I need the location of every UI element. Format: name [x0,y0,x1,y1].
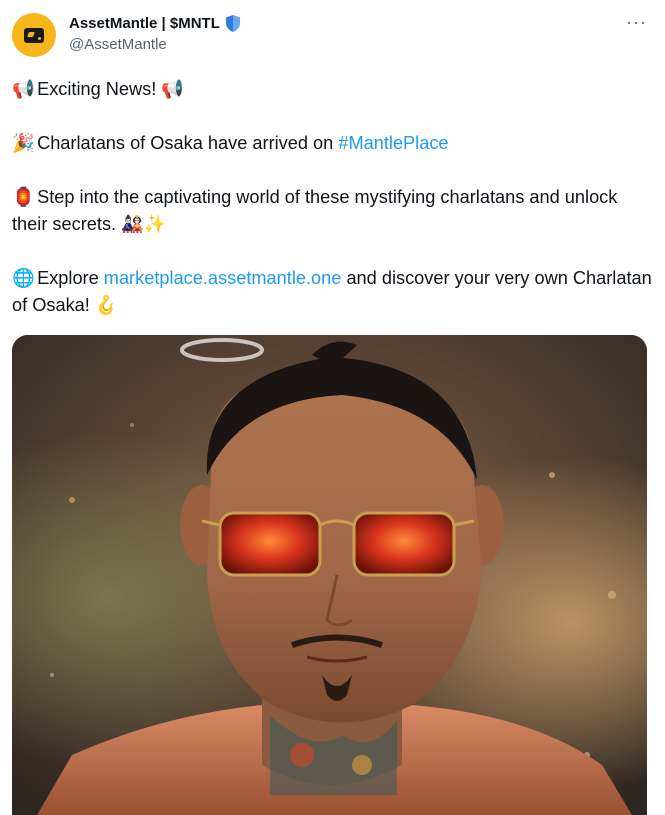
announcement-text: Charlatans of Osaka have arrived on [37,133,334,153]
verified-shield-icon [225,15,240,32]
megaphone-icon: 📢 [12,79,35,99]
party-popper-icon: 🎉 [12,133,35,153]
lantern-icon: 🏮 [12,187,35,207]
author-avatar[interactable] [12,13,56,57]
tweet-line-4: 🌐 Explore marketplace.assetmantle.one an… [12,265,652,319]
hashtag-link[interactable]: #MantlePlace [338,133,448,153]
megaphone-icon: 📢 [161,79,185,99]
globe-icon: 🌐 [12,268,35,288]
hook-icon: 🪝 [94,295,118,315]
author-display-name[interactable]: AssetMantle | $MNTL [69,15,220,32]
description-text: Step into the captivating world of these… [12,187,618,234]
explore-text: Explore [37,268,99,288]
headline-text: Exciting News! [37,79,157,99]
tweet-line-2: 🎉 Charlatans of Osaka have arrived on #M… [12,130,652,157]
dolls-sparkles-icon: 🎎✨ [121,214,167,234]
tweet-line-3: 🏮 Step into the captivating world of the… [12,184,652,238]
charlatan-portrait-illustration [12,335,647,815]
author-handle[interactable]: @AssetMantle [69,36,242,53]
author-info: AssetMantle | $MNTL @AssetMantle [69,13,242,53]
tweet-media-image[interactable] [12,335,647,815]
assetmantle-logo-icon [24,27,44,43]
more-options-icon[interactable]: ··· [626,13,647,31]
marketplace-link[interactable]: marketplace.assetmantle.one [104,268,342,288]
tweet-line-1: 📢 Exciting News! 📢 [12,76,652,103]
tweet-text: 📢 Exciting News! 📢 🎉 Charlatans of Osaka… [12,76,652,346]
